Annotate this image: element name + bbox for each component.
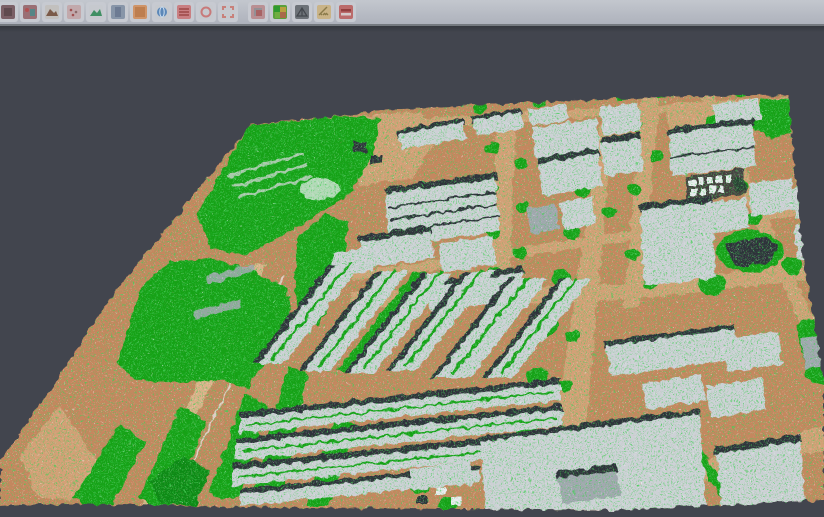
application-window [0,0,824,517]
classification-icon [272,4,288,20]
import-points-icon [22,4,38,20]
toolbar-button-classification[interactable] [270,2,290,22]
volume-icon [110,4,126,20]
3d-viewport[interactable] [0,26,824,517]
point-cloud-scene [0,26,824,517]
toolbar-button-surface[interactable] [86,2,106,22]
terrain-model [0,86,824,517]
orthophoto-icon [132,4,148,20]
clip-region-icon [250,4,266,20]
toolbar-button-import[interactable] [20,2,40,22]
terrain-icon [44,4,60,20]
toolbar-button-points[interactable] [64,2,84,22]
toolbar-button-terrain[interactable] [42,2,62,22]
toolbar-button-profile[interactable] [336,2,356,22]
layers-icon [176,4,192,20]
toolbar-button-globe[interactable] [152,2,172,22]
toolbar-button-project[interactable] [0,2,18,22]
toolbar-button-orthophoto[interactable] [130,2,150,22]
toolbar-button-volume[interactable] [108,2,128,22]
measure-icon [316,4,332,20]
main-toolbar [0,0,824,26]
project-icon [0,4,16,20]
toolbar-button-clip-region[interactable] [248,2,268,22]
speckle-noise [0,86,824,517]
toolbar-button-mesh[interactable] [292,2,312,22]
toolbar-button-target[interactable] [196,2,216,22]
toolbar-button-selection-bounds[interactable] [218,2,238,22]
toolbar-button-measure[interactable] [314,2,334,22]
point-cloud-icon [66,4,82,20]
surface-model-icon [88,4,104,20]
profile-icon [338,4,354,20]
globe-icon [154,4,170,20]
mesh-icon [294,4,310,20]
selection-bounds-icon [220,4,236,20]
toolbar-button-layers[interactable] [174,2,194,22]
target-icon [198,4,214,20]
